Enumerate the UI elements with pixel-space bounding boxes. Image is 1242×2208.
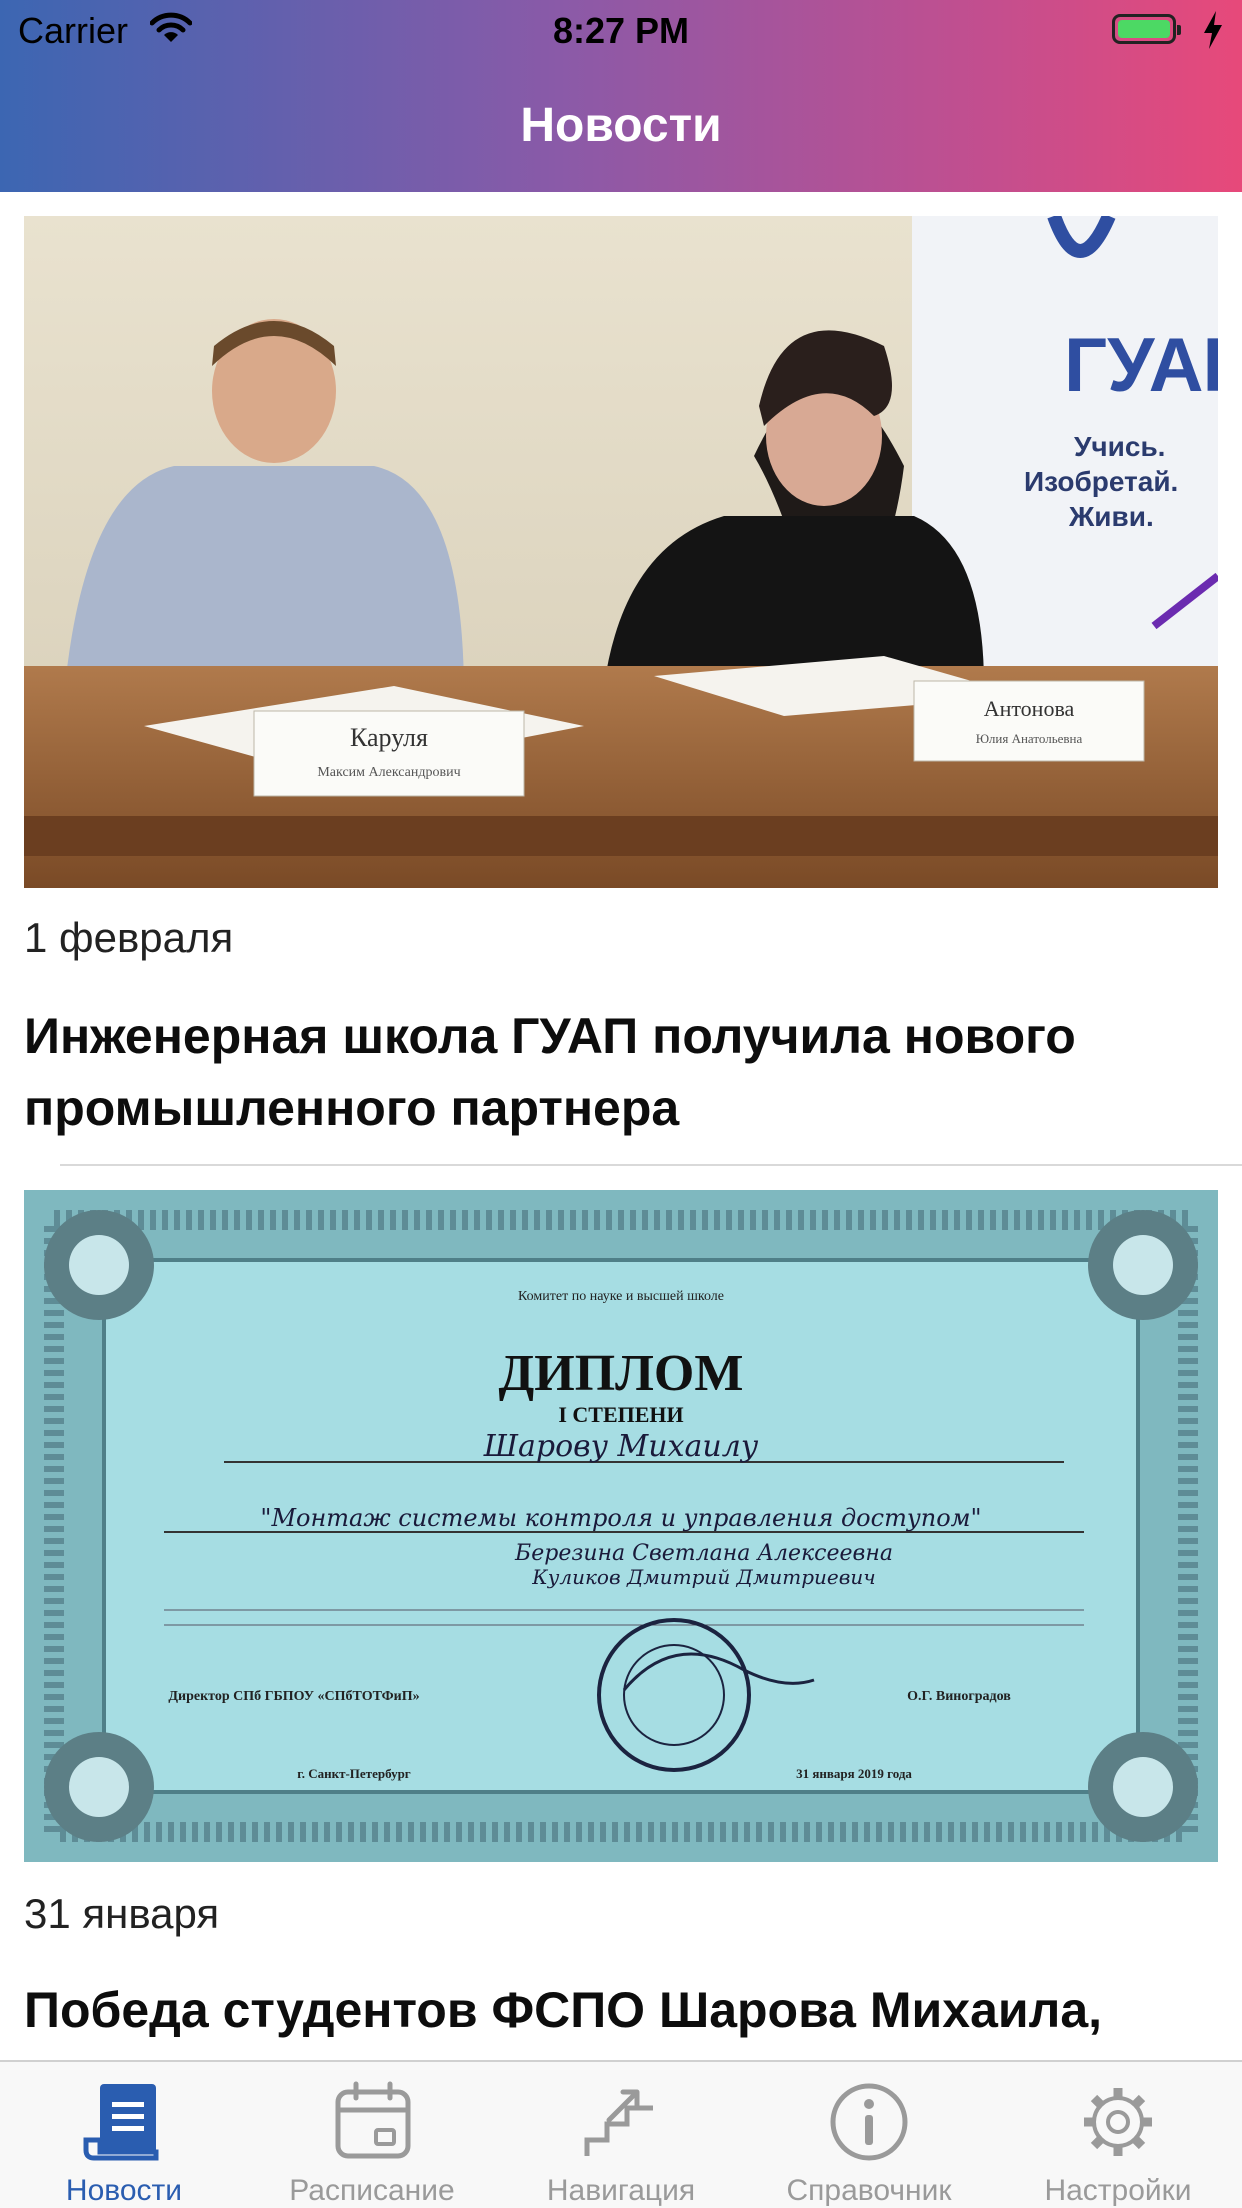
gear-icon — [1084, 2088, 1152, 2156]
svg-text:Юлия Анатольевна: Юлия Анатольевна — [976, 731, 1083, 746]
navigation-header: Carrier 8:27 PM Новости — [0, 0, 1242, 192]
tab-label: Навигация — [546, 2174, 696, 2207]
tab-schedule[interactable]: Расписание — [248, 2062, 496, 2208]
tab-news[interactable]: Новости — [0, 2062, 248, 2208]
svg-text:Шарову Михаилу: Шарову Михаилу — [483, 1429, 759, 1464]
guap-logo-text: ГУАП — [1064, 323, 1218, 408]
tab-label: Расписание — [289, 2174, 455, 2207]
tab-label: Настройки — [1044, 2174, 1192, 2207]
calendar-icon — [335, 2081, 411, 2159]
battery-icon — [1112, 14, 1181, 44]
svg-text:"Монтаж системы контроля и упр: "Монтаж системы контроля и управления до… — [260, 1504, 981, 1532]
tab-directory[interactable]: Справочник — [745, 2062, 993, 2208]
news-date: 1 февраля — [24, 914, 234, 961]
status-time: 8:27 PM — [552, 10, 690, 51]
card-separator — [60, 1164, 1242, 1166]
svg-text:Живи.: Живи. — [1068, 501, 1154, 532]
nameplate-right: Антонова — [984, 696, 1075, 721]
svg-text:г. Санкт-Петербург: г. Санкт-Петербург — [297, 1766, 411, 1781]
news-image-diploma[interactable]: Комитет по науке и высшей школе ДИПЛОМ I… — [24, 1190, 1218, 1862]
tab-settings[interactable]: Настройки — [994, 2062, 1242, 2208]
svg-text:Максим Александрович: Максим Александрович — [317, 765, 460, 780]
news-title[interactable]: Инженерная школа ГУАП получила нового пр… — [24, 1000, 1204, 1144]
svg-text:Директор СПб ГБПОУ «СПбТОТФиП»: Директор СПб ГБПОУ «СПбТОТФиП» — [168, 1689, 419, 1704]
diploma-heading: ДИПЛОМ — [499, 1345, 744, 1402]
svg-text:Комитет по науке и высшей школ: Комитет по науке и высшей школе — [518, 1289, 724, 1304]
svg-text:31 января 2019 года: 31 января 2019 года — [796, 1766, 912, 1781]
news-image-signing[interactable]: ГУАП Учись. Изобретай. Живи. Каруля Макс… — [24, 216, 1218, 888]
svg-text:О.Г. Виноградов: О.Г. Виноградов — [907, 1689, 1011, 1704]
svg-text:Учись.: Учись. — [1074, 431, 1165, 462]
news-icon — [83, 2084, 159, 2161]
svg-text:Куликов Дмитрий Дмитриевич: Куликов Дмитрий Дмитриевич — [531, 1565, 875, 1589]
nameplate-left: Каруля — [350, 723, 428, 752]
info-icon — [830, 2083, 908, 2161]
page-title: Новости — [520, 99, 722, 152]
status-bar: Carrier 8:27 PM — [0, 0, 1242, 60]
svg-text:Березина Светлана Алексеевна: Березина Светлана Алексеевна — [514, 1541, 893, 1566]
tab-bar: Новости Расписание Навигация Справочник — [0, 2060, 1242, 2208]
svg-text:Изобретай.: Изобретай. — [1024, 466, 1178, 497]
charging-bolt-icon — [1204, 11, 1222, 49]
news-date: 31 января — [24, 1890, 220, 1937]
news-feed[interactable]: ГУАП Учись. Изобретай. Живи. Каруля Макс… — [0, 192, 1242, 2060]
tab-navigation[interactable]: Навигация — [497, 2062, 745, 2208]
svg-text:I СТЕПЕНИ: I СТЕПЕНИ — [558, 1402, 683, 1427]
news-title[interactable]: Победа студентов ФСПО Шарова Михаила, — [24, 1974, 1204, 2046]
tab-label: Новости — [65, 2174, 183, 2207]
tab-label: Справочник — [786, 2174, 952, 2207]
stairs-icon — [584, 2089, 653, 2156]
